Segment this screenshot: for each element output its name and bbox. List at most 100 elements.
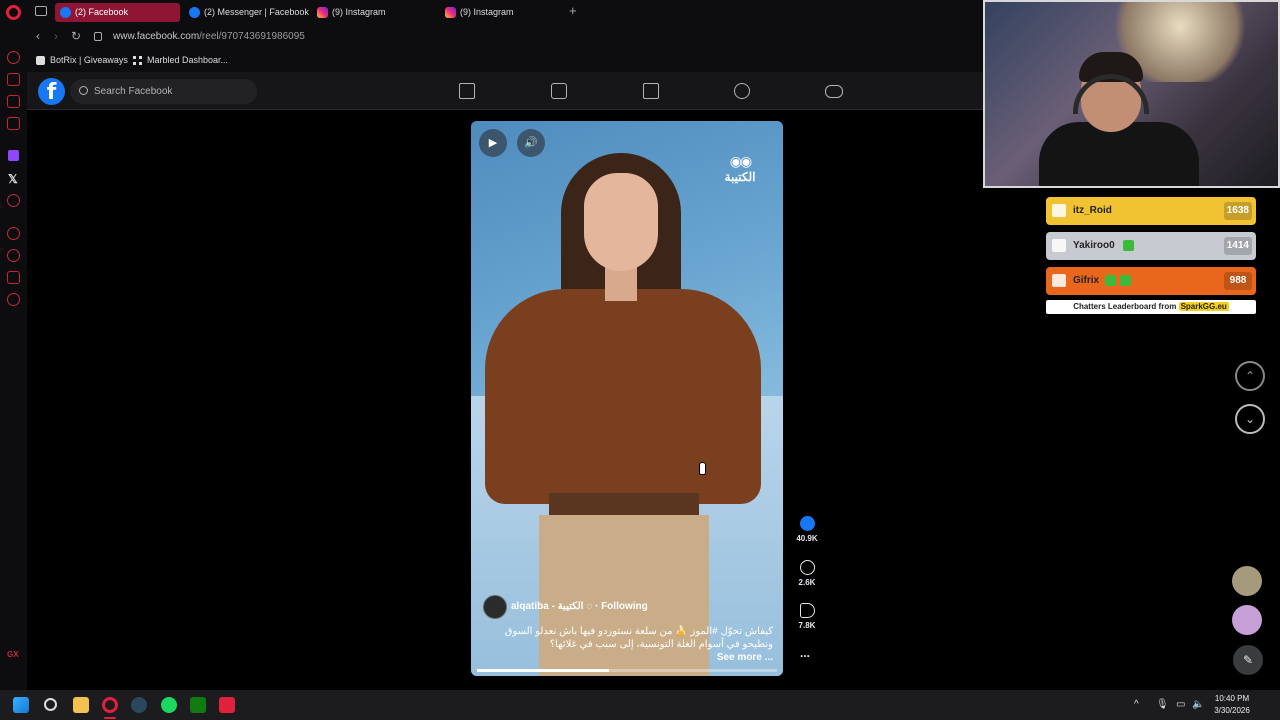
- x-icon[interactable]: 𝕏: [8, 172, 18, 186]
- grid-icon: [133, 56, 142, 65]
- gx-label[interactable]: GX: [7, 650, 19, 659]
- leaderboard-entry: Yakiroo0 1414: [1046, 232, 1256, 260]
- facebook-logo[interactable]: f: [38, 78, 65, 105]
- like-icon: [799, 516, 815, 531]
- contact-avatar[interactable]: [1232, 605, 1262, 635]
- file-explorer-icon[interactable]: [73, 697, 89, 713]
- bag-icon[interactable]: [7, 73, 20, 86]
- home-icon[interactable]: [459, 83, 475, 99]
- url-field[interactable]: www.facebook.com/reel/970743691986095: [113, 31, 305, 42]
- add-icon[interactable]: [7, 227, 20, 240]
- windows-start-icon[interactable]: [13, 697, 29, 713]
- author-avatar[interactable]: [483, 595, 507, 619]
- crown-icon: [1052, 204, 1066, 217]
- leaderboard-entry: itz_Roid 1638: [1046, 197, 1256, 225]
- instagram-icon: [317, 7, 328, 18]
- history-icon[interactable]: [7, 249, 20, 262]
- reel-video[interactable]: ◉◉ الكتيبة ▶ 🔊 alqatiba - الكتيبة ◌ · Fo…: [471, 121, 783, 676]
- play-button[interactable]: ▶: [479, 129, 507, 157]
- extensions-icon[interactable]: [7, 271, 20, 284]
- next-reel-button[interactable]: ⌄: [1235, 404, 1265, 434]
- reload-icon[interactable]: ↻: [71, 29, 81, 43]
- leaderboard-name: Yakiroo0: [1073, 240, 1115, 251]
- microphone-icon[interactable]: 🎙: [1156, 699, 1169, 710]
- presenter-pants: [539, 515, 709, 676]
- leaderboard-name: itz_Roid: [1073, 205, 1112, 216]
- like-button[interactable]: 40.9K: [792, 516, 822, 543]
- new-tab-button[interactable]: +: [569, 3, 577, 18]
- search-placeholder: Search Facebook: [94, 86, 173, 97]
- workspaces-icon[interactable]: [35, 6, 47, 16]
- taskbar: ^ 🎙 ▭ 🔈 10:40 PM 3/30/2026: [0, 690, 1280, 720]
- crown-icon: [1052, 239, 1066, 252]
- steam-icon[interactable]: [131, 697, 147, 713]
- network-icon[interactable]: ▭: [1176, 699, 1185, 710]
- search-icon: [79, 86, 88, 95]
- youtube-icon[interactable]: [7, 194, 20, 207]
- more-options-icon[interactable]: ...: [800, 646, 810, 660]
- tab-instagram-2[interactable]: (9) Instagram: [440, 3, 565, 22]
- forward-icon[interactable]: ›: [54, 29, 58, 43]
- leaderboard-score: 988: [1224, 272, 1252, 290]
- logo-text: الكتيبة: [724, 170, 756, 184]
- tab-instagram-1[interactable]: (9) Instagram: [312, 3, 437, 22]
- gaming-icon[interactable]: [825, 85, 843, 98]
- comment-icon: [799, 560, 815, 575]
- presenter-shirt: [485, 289, 761, 504]
- opera-sidebar: 𝕏 GX: [0, 0, 27, 690]
- tab-bar: (2) Facebook (2) Messenger | Facebook (9…: [27, 0, 983, 24]
- author-line: alqatiba - الكتيبة ◌ · Following: [511, 601, 648, 612]
- app-icon[interactable]: [219, 697, 235, 713]
- following-button[interactable]: · Following: [595, 601, 648, 612]
- address-bar: ‹ › ↻ www.facebook.com/reel/970743691986…: [27, 24, 983, 50]
- settings-icon[interactable]: [7, 293, 20, 306]
- active-app-indicator: [104, 717, 116, 719]
- comment-button[interactable]: 2.6K: [792, 560, 822, 587]
- share-button[interactable]: 7.8K: [792, 603, 822, 630]
- badge-icon: [1120, 275, 1131, 286]
- progress-fill: [477, 669, 609, 672]
- reels-icon[interactable]: [551, 83, 567, 99]
- system-clock[interactable]: 10:40 PM 3/30/2026: [1208, 693, 1256, 717]
- search-input[interactable]: Search Facebook: [70, 79, 257, 104]
- search-icon[interactable]: [44, 698, 57, 711]
- facebook-icon: [60, 7, 71, 18]
- bookmark-label: BotRix | Giveaways: [50, 55, 128, 65]
- tray-overflow-icon[interactable]: ^: [1134, 699, 1139, 710]
- logo-eyes-icon: ◉◉: [729, 153, 752, 169]
- webcam-overlay: [983, 0, 1280, 188]
- music-icon[interactable]: [7, 117, 20, 130]
- contact-avatar[interactable]: [1232, 566, 1262, 596]
- marketplace-icon[interactable]: [643, 83, 659, 99]
- author-handle[interactable]: alqatiba: [511, 601, 549, 612]
- groups-icon[interactable]: [734, 83, 750, 99]
- tab-label: (2) Facebook: [75, 7, 129, 17]
- share-count: 7.8K: [798, 621, 816, 630]
- twitch-icon[interactable]: [8, 150, 19, 161]
- opera-logo-icon[interactable]: [6, 5, 21, 20]
- spotify-icon[interactable]: [161, 697, 177, 713]
- new-message-button[interactable]: ✎: [1233, 645, 1263, 675]
- bookmark-botrix[interactable]: BotRix | Giveaways: [36, 55, 128, 65]
- opera-gx-icon[interactable]: [102, 697, 118, 713]
- bookmark-marbled[interactable]: Marbled Dashboar...: [133, 55, 228, 65]
- screen: 𝕏 GX (2) Facebook (2) Messenger | Facebo…: [0, 0, 1280, 720]
- video-progress[interactable]: [477, 669, 777, 672]
- url-path: /reel/970743691986095: [199, 31, 305, 42]
- speed-dial-icon[interactable]: [7, 51, 20, 64]
- presenter-face: [584, 173, 658, 271]
- back-icon[interactable]: ‹: [36, 29, 40, 43]
- see-more-link[interactable]: See more ...: [717, 652, 773, 663]
- author-name[interactable]: الكتيبة: [558, 601, 584, 612]
- xbox-icon[interactable]: [190, 697, 206, 713]
- url-host: www.facebook.com: [113, 31, 200, 42]
- facebook-header: f Search Facebook: [27, 72, 983, 110]
- tab-facebook[interactable]: (2) Facebook: [55, 3, 180, 22]
- leaderboard-footer: Chatters Leaderboard from SparkGG.eu: [1046, 300, 1256, 314]
- tab-messenger[interactable]: (2) Messenger | Facebook: [184, 3, 309, 22]
- news-icon[interactable]: [7, 95, 20, 108]
- previous-reel-button[interactable]: ⌃: [1235, 361, 1265, 391]
- volume-button[interactable]: 🔊: [517, 129, 545, 157]
- bookmark-label: Marbled Dashboar...: [147, 55, 229, 65]
- volume-icon[interactable]: 🔈: [1192, 699, 1204, 710]
